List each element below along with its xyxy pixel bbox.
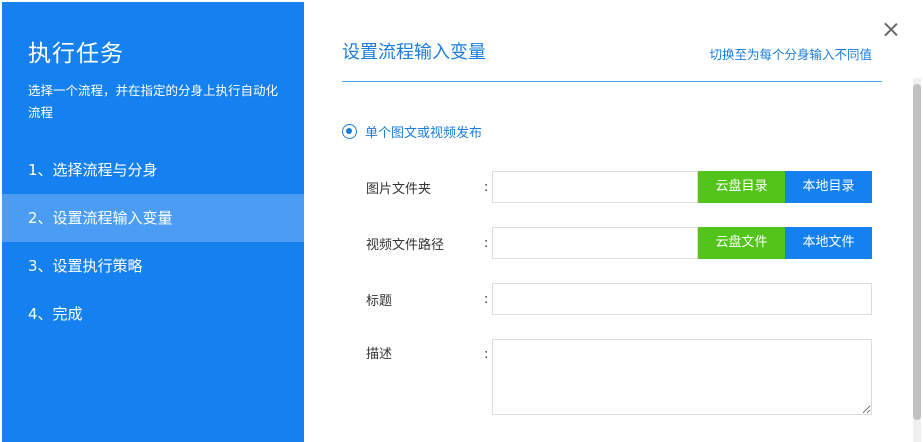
- section-title: 设置流程输入变量: [342, 42, 486, 63]
- main-panel: 设置流程输入变量 切换至为每个分身输入不同值 单个图文或视频发布 图片文件夹 :…: [304, 0, 923, 442]
- cloud-directory-button[interactable]: 云盘目录: [698, 171, 785, 203]
- close-icon[interactable]: [881, 20, 901, 40]
- mode-single-post-option[interactable]: 单个图文或视频发布: [342, 122, 482, 141]
- step-set-variables[interactable]: 2、设置流程输入变量: [2, 194, 304, 242]
- switch-per-clone-link[interactable]: 切换至为每个分身输入不同值: [709, 44, 872, 63]
- radio-selected-icon[interactable]: [342, 124, 357, 139]
- description-colon: :: [484, 347, 489, 362]
- description-textarea[interactable]: [492, 339, 872, 415]
- title-label: 标题: [366, 293, 393, 309]
- section-header: 设置流程输入变量 切换至为每个分身输入不同值: [342, 38, 882, 82]
- image-folder-colon: :: [484, 179, 489, 195]
- sidebar: 执行任务 选择一个流程，并在指定的分身上执行自动化流程 1、选择流程与分身 2、…: [2, 2, 304, 442]
- sidebar-title: 执行任务: [28, 41, 124, 67]
- step-list: 1、选择流程与分身 2、设置流程输入变量 3、设置执行策略 4、完成: [2, 146, 304, 338]
- image-folder-row: 图片文件夹 : 云盘目录 本地目录: [366, 171, 872, 203]
- video-path-colon: :: [484, 235, 489, 251]
- title-colon: :: [484, 291, 489, 307]
- video-path-label: 视频文件路径: [366, 237, 445, 253]
- image-folder-label: 图片文件夹: [366, 181, 432, 197]
- local-directory-button[interactable]: 本地目录: [785, 171, 872, 203]
- video-path-row: 视频文件路径 : 云盘文件 本地文件: [366, 227, 872, 259]
- title-input[interactable]: [492, 283, 872, 315]
- local-file-button[interactable]: 本地文件: [785, 227, 872, 259]
- video-path-input[interactable]: [492, 227, 698, 259]
- description-row: 描述 :: [366, 339, 872, 415]
- description-label: 描述: [366, 347, 393, 362]
- step-finish[interactable]: 4、完成: [2, 290, 304, 338]
- cloud-file-button[interactable]: 云盘文件: [698, 227, 785, 259]
- sidebar-description: 选择一个流程，并在指定的分身上执行自动化流程: [28, 83, 279, 120]
- step-set-strategy[interactable]: 3、设置执行策略: [2, 242, 304, 290]
- execute-task-dialog: 执行任务 选择一个流程，并在指定的分身上执行自动化流程 1、选择流程与分身 2、…: [0, 0, 923, 442]
- scrollbar-thumb[interactable]: [913, 84, 921, 420]
- step-select-flow[interactable]: 1、选择流程与分身: [2, 146, 304, 194]
- mode-single-post-label: 单个图文或视频发布: [365, 126, 483, 141]
- image-folder-input[interactable]: [492, 171, 698, 203]
- title-row: 标题 :: [366, 283, 872, 315]
